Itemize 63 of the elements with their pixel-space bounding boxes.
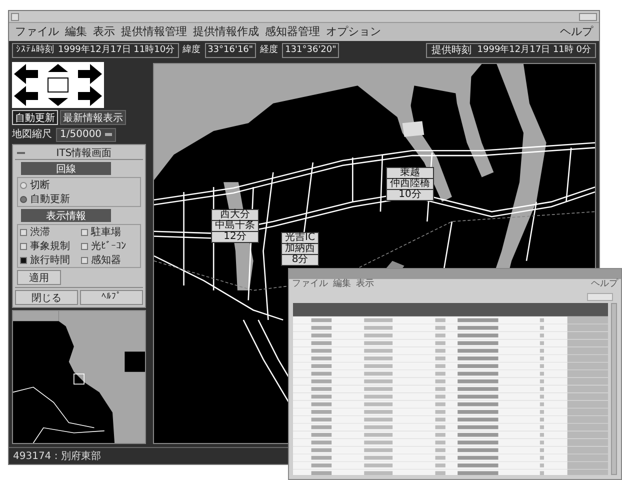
radio-label: 切断 [30,178,50,192]
status-text: 493174 : 別府東部 [13,450,101,464]
sign-text: 光吉IC [282,233,318,243]
menu-item[interactable]: 編集 [65,24,87,40]
dropdown-icon [104,133,112,136]
sign-text: 12分 [212,232,258,242]
sign-text: 加納西 [282,244,318,254]
apply-button[interactable]: 適用 [17,270,61,285]
checkbox[interactable] [20,242,27,250]
menu-item[interactable]: 表示 [93,24,115,40]
menu-item[interactable]: 表示 [356,278,374,292]
window-controls-icon[interactable] [579,12,597,20]
toolbar-button[interactable] [587,293,613,301]
checkbox-label: 事象規制 [30,240,70,254]
scale-dropdown[interactable]: 1/50000 [56,128,116,142]
provide-time-label: 提供時刻 [431,44,472,58]
checkbox-label: 旅行時間 [30,254,70,268]
system-time-value: 1999年12月17日 11時10分 [58,44,175,57]
longitude-field: 131°36'20" [282,42,340,58]
window-menu-icon[interactable] [11,12,19,20]
menu-item[interactable]: 感知器管理 [265,24,320,40]
system-time-label: ｼｽﾃﾑ時刻 [16,44,54,57]
checkbox[interactable] [81,256,88,264]
latitude-field: 33°16'16" [204,42,256,58]
dialog-title: ITS情報画面 [56,146,112,160]
checkbox-label: 駐車場 [91,226,121,240]
menu-item[interactable]: オプション [326,24,381,40]
section-heading: 回線 [21,162,111,175]
menu-item[interactable]: 提供情報作成 [193,24,259,40]
checkbox[interactable] [81,242,88,250]
sign-text: 仲西陸橋 [387,179,433,189]
sign-text: 乗越 [387,168,433,178]
scale-label: 地図縮尺 [12,128,52,142]
toolbar-button[interactable]: 自動更新 [12,110,58,125]
menu-item[interactable]: ファイル [15,24,59,40]
longitude-label: 経度 [260,44,278,57]
help-menu[interactable]: ヘルプ [591,278,618,292]
menu-item[interactable]: ファイル [292,278,328,292]
sign-text: 西大分 [212,210,258,220]
sign-text: 10分 [387,190,433,200]
help-button[interactable]: ﾍﾙﾌﾟ [80,290,143,305]
checkbox-label: 感知器 [91,254,121,268]
radio-button[interactable] [20,182,27,188]
checkbox[interactable] [20,228,27,236]
radio-label: 自動更新 [30,192,70,206]
provide-time-value: 1999年12月17日 11時 0分 [477,44,591,57]
sign-text: 8分 [282,255,318,265]
close-button[interactable]: 閉じる [15,290,78,305]
checkbox[interactable] [81,228,88,236]
sign-text: 中島十条 [212,221,258,231]
pan-arrows-drawing[interactable] [12,62,104,108]
toolbar-button[interactable]: 最新情報表示 [60,110,126,125]
latitude-label: 緯度 [182,44,201,57]
checkbox[interactable] [20,256,27,264]
checkbox-label: 渋滞 [30,226,50,240]
menu-item[interactable]: 提供情報管理 [121,24,187,40]
park-area [402,121,424,137]
radio-button[interactable] [20,196,27,202]
help-menu[interactable]: ヘルプ [560,24,593,40]
checkbox-label: 光ﾋﾞｰｺﾝ [91,240,126,254]
check-icon [21,258,26,262]
section-heading: 表示情報 [21,209,111,222]
menu-item[interactable]: 編集 [333,278,351,292]
